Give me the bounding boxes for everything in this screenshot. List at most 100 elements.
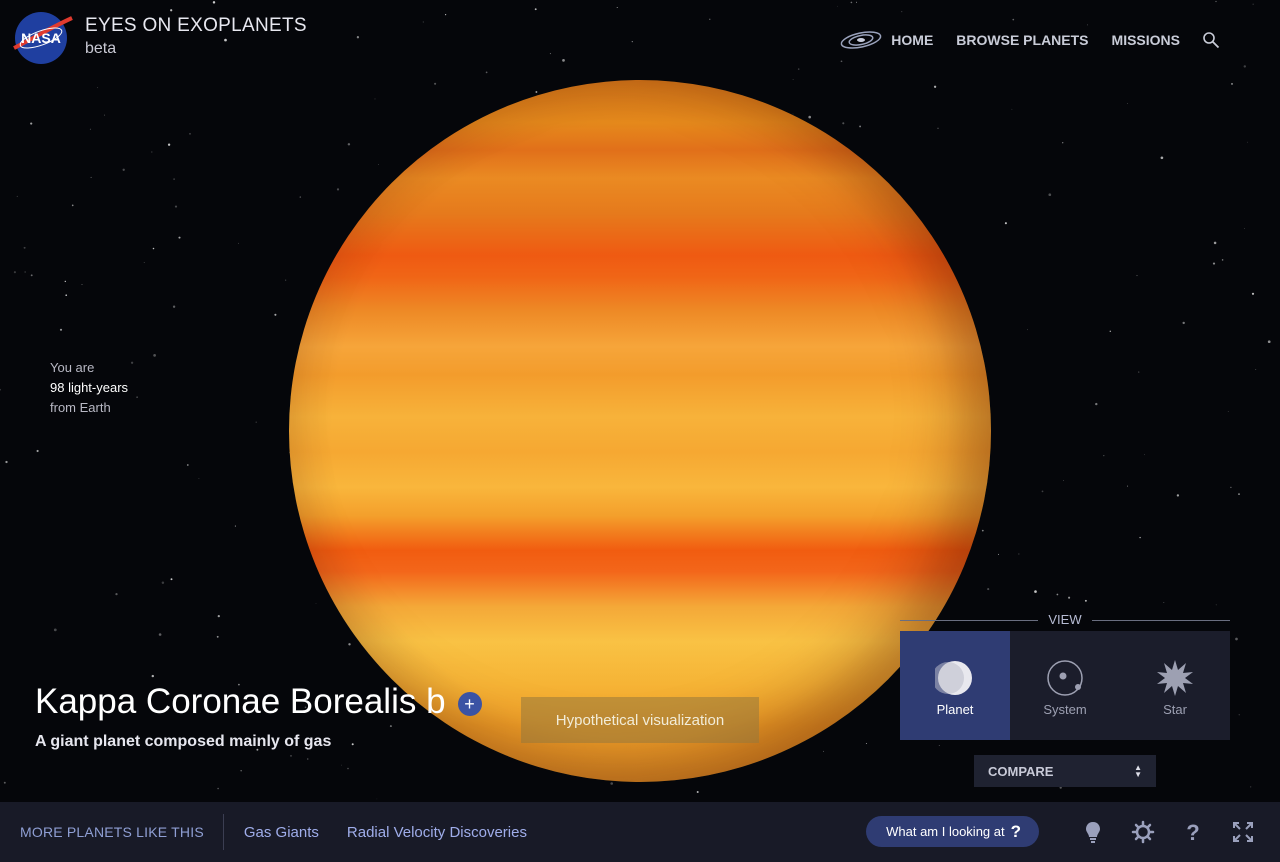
star-dot	[855, 1, 858, 3]
lightbulb-icon[interactable]	[1081, 820, 1105, 844]
star-dot	[485, 71, 488, 74]
star-dot	[217, 787, 219, 790]
star-dot	[1063, 480, 1064, 481]
star-dot	[631, 40, 633, 43]
star-dot	[13, 271, 16, 274]
star-dot	[1087, 24, 1088, 26]
svg-text:NASA: NASA	[21, 30, 61, 46]
planet-description: A giant planet composed mainly of gas	[35, 733, 332, 750]
view-option-planet[interactable]: Planet	[900, 631, 1010, 740]
distance-prefix: You are	[50, 360, 95, 375]
star-dot	[1252, 3, 1254, 5]
star-dot	[1227, 411, 1229, 412]
star-dot	[1048, 193, 1052, 197]
what-am-i-looking-at-button[interactable]: What am I looking at ?	[866, 816, 1039, 847]
star-dot	[216, 635, 219, 638]
star-dot	[937, 127, 939, 129]
star-dot	[212, 1, 216, 4]
star-dot	[1163, 602, 1165, 604]
star-dot	[23, 246, 26, 249]
category-link-radial-velocity[interactable]: Radial Velocity Discoveries	[347, 824, 527, 841]
star-dot	[347, 767, 349, 770]
add-planet-button[interactable]: +	[457, 692, 482, 716]
compare-dropdown[interactable]: COMPARE ▲ ▼	[974, 755, 1156, 787]
star-dot	[186, 464, 189, 466]
star-dot	[336, 188, 340, 191]
app-title: EYES ON EXOPLANETS	[85, 15, 307, 36]
star-dot	[315, 603, 317, 605]
star-dot	[1215, 604, 1217, 606]
star-dot	[151, 151, 153, 153]
star-dot	[170, 9, 173, 12]
galaxy-icon[interactable]	[839, 28, 883, 52]
star-dot	[1182, 321, 1185, 325]
star-dot	[1251, 292, 1255, 295]
star-dot	[549, 53, 551, 55]
nasa-logo[interactable]: NASA	[10, 10, 74, 66]
star-dot	[71, 204, 74, 207]
planet-title-row: Kappa Coronae Borealis b +	[35, 682, 482, 722]
nav-missions[interactable]: MISSIONS	[1112, 32, 1180, 48]
star-dot	[97, 87, 99, 89]
star-dot	[59, 328, 63, 331]
nav-browse-planets[interactable]: BROWSE PLANETS	[956, 32, 1088, 48]
search-icon[interactable]	[1202, 31, 1220, 49]
star-dot	[842, 122, 845, 125]
star-dot	[1244, 227, 1246, 229]
star-dot	[152, 247, 155, 250]
star-dot	[859, 125, 862, 128]
settings-icon[interactable]	[1131, 820, 1155, 844]
star-dot	[1213, 241, 1217, 245]
fullscreen-icon[interactable]	[1231, 820, 1255, 844]
help-icon[interactable]: ?	[1181, 820, 1205, 844]
star-dot	[1109, 330, 1112, 333]
star-dot	[422, 21, 424, 23]
star-dot	[1084, 599, 1087, 602]
star-dot	[240, 770, 242, 772]
star-dot	[1139, 536, 1141, 539]
app-subtitle: beta	[85, 40, 117, 57]
star-dot	[24, 271, 26, 273]
star-dot	[3, 781, 6, 784]
star-dot	[173, 178, 175, 180]
footer-controls: What am I looking at ? ?	[866, 816, 1255, 847]
star-dot	[1018, 553, 1020, 555]
star-dot	[1011, 108, 1013, 110]
category-link-gas-giants[interactable]: Gas Giants	[244, 824, 319, 841]
star-dot	[1176, 494, 1180, 497]
star-dot	[274, 313, 277, 316]
star-dot	[1068, 596, 1071, 599]
star-dot	[997, 553, 1000, 555]
star-dot	[1095, 402, 1098, 406]
star-dot	[837, 5, 839, 7]
view-option-system[interactable]: System	[1010, 631, 1120, 740]
star-dot	[1235, 637, 1238, 641]
star-dot	[172, 305, 176, 308]
star-dot	[30, 122, 33, 125]
star-dot	[1056, 593, 1059, 596]
svg-text:?: ?	[1186, 820, 1199, 844]
star-dot	[865, 743, 867, 744]
star-dot	[616, 7, 618, 8]
view-option-star[interactable]: Star	[1120, 631, 1230, 740]
star-dot	[351, 743, 354, 746]
hypothetical-visualization-badge: Hypothetical visualization	[521, 697, 759, 743]
nav-home[interactable]: HOME	[891, 32, 933, 48]
star-dot	[307, 758, 309, 760]
planet-icon	[935, 661, 972, 695]
compare-label: COMPARE	[988, 763, 1054, 779]
star-dot	[1247, 141, 1248, 143]
star-dot	[562, 59, 565, 62]
star-dot	[610, 782, 614, 785]
star-dot	[1027, 329, 1028, 331]
star-dot	[255, 421, 257, 423]
star-dot	[535, 91, 538, 93]
star-dot	[434, 82, 437, 85]
star-dot	[1250, 786, 1252, 788]
star-dot	[198, 478, 200, 480]
star-dot	[1127, 102, 1128, 104]
star-dot	[374, 98, 376, 100]
star-dot	[792, 79, 794, 80]
star-dot	[5, 460, 8, 464]
star-dot	[377, 164, 379, 165]
